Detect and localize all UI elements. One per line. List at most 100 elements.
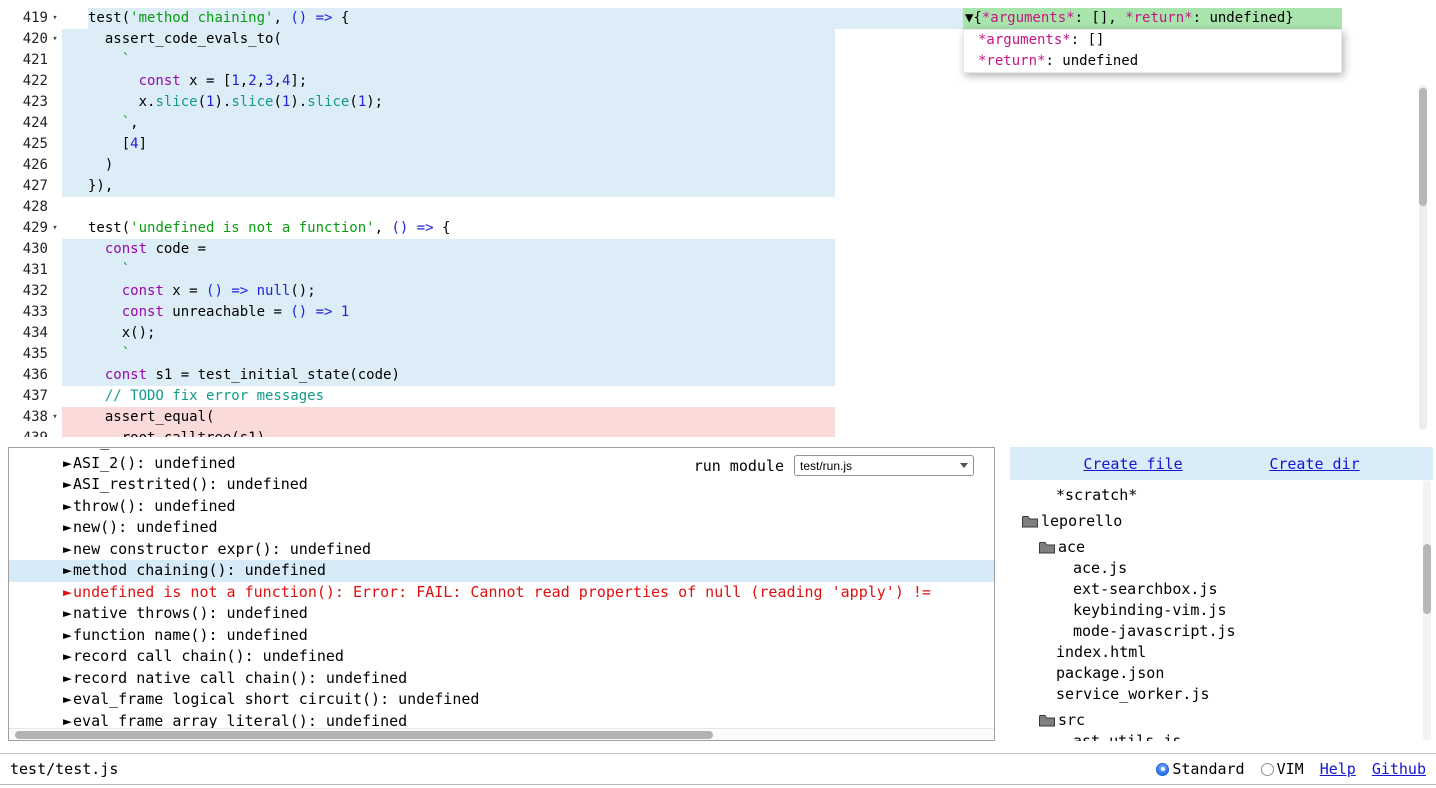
code-line[interactable]: ` xyxy=(62,344,1436,365)
files-scrollbar-thumb[interactable] xyxy=(1423,544,1431,614)
code-line[interactable]: `, xyxy=(62,113,1436,134)
code-line[interactable]: }), xyxy=(62,176,1436,197)
editor-line-434[interactable]: 434 x(); xyxy=(0,323,1436,344)
editor-line-423[interactable]: 423 x.slice(1).slice(1).slice(1); xyxy=(0,92,1436,113)
expand-icon[interactable]: ► xyxy=(63,669,72,687)
test-result-row[interactable]: ►new constructor expr(): undefined xyxy=(9,539,994,561)
expand-icon[interactable]: ► xyxy=(63,583,72,601)
editor-line-426[interactable]: 426 ) xyxy=(0,155,1436,176)
editor-line-432[interactable]: 432 const x = () => null(); xyxy=(0,281,1436,302)
line-number: 427 xyxy=(0,176,48,197)
code-line[interactable]: const s1 = test_initial_state(code) xyxy=(62,365,1436,386)
code-line[interactable]: const x = () => null(); xyxy=(62,281,1436,302)
help-link[interactable]: Help xyxy=(1320,760,1356,778)
test-result-row[interactable]: ►new(): undefined xyxy=(9,517,994,539)
editor-line-438[interactable]: 438▾ assert_equal( xyxy=(0,407,1436,428)
editor-line-430[interactable]: 430 const code = xyxy=(0,239,1436,260)
code-line[interactable]: x.slice(1).slice(1).slice(1); xyxy=(62,92,1436,113)
test-result-row[interactable]: ►eval_frame logical short circuit(): und… xyxy=(9,689,994,711)
editor-line-433[interactable]: 433 const unreachable = () => 1 xyxy=(0,302,1436,323)
editor-line-425[interactable]: 425 [4] xyxy=(0,134,1436,155)
file-item[interactable]: ext-searchbox.js xyxy=(1010,579,1433,600)
eval-result-entry[interactable]: *return*: undefined xyxy=(964,51,1341,72)
fold-toggle-icon[interactable]: ▾ xyxy=(48,8,62,29)
expand-icon[interactable]: ► xyxy=(63,475,72,493)
expand-icon[interactable]: ► xyxy=(63,690,72,708)
eval-result-entry[interactable]: *arguments*: [] xyxy=(964,30,1341,51)
editor-line-435[interactable]: 435 ` xyxy=(0,344,1436,365)
test-result-row[interactable]: ►method chaining(): undefined xyxy=(9,560,994,582)
editor-line-427[interactable]: 427}), xyxy=(0,176,1436,197)
file-item[interactable]: ast_utils.js xyxy=(1010,731,1433,741)
create-file-button[interactable]: Create file xyxy=(1083,455,1182,473)
create-dir-button[interactable]: Create dir xyxy=(1269,455,1359,473)
folder-item[interactable]: src xyxy=(1010,710,1433,731)
folder-item[interactable]: leporello xyxy=(1010,511,1433,532)
editor-vertical-scrollbar[interactable] xyxy=(1419,85,1427,430)
code-line[interactable]: assert_equal( xyxy=(62,407,1436,428)
expand-icon[interactable]: ► xyxy=(63,518,72,536)
code-line[interactable]: [4] xyxy=(62,134,1436,155)
editor-line-422[interactable]: 422 const x = [1,2,3,4]; xyxy=(0,71,1436,92)
code-line[interactable]: x(); xyxy=(62,323,1436,344)
test-result-row[interactable]: ►ASI_restrited(): undefined xyxy=(9,474,994,496)
file-item[interactable]: ace.js xyxy=(1010,558,1433,579)
code-line[interactable]: root_calltree(s1) xyxy=(62,428,1436,437)
results-scrollbar-thumb[interactable] xyxy=(15,731,713,739)
test-result-row[interactable]: ►record call chain(): undefined xyxy=(9,646,994,668)
editor-line-436[interactable]: 436 const s1 = test_initial_state(code) xyxy=(0,365,1436,386)
fold-toggle-icon[interactable]: ▾ xyxy=(48,218,62,239)
editor-scrollbar-thumb[interactable] xyxy=(1419,88,1427,206)
test-result-row[interactable]: ►undefined is not a function(): Error: F… xyxy=(9,582,994,604)
editor-line-424[interactable]: 424 `, xyxy=(0,113,1436,134)
code-line[interactable]: const x = [1,2,3,4]; xyxy=(62,71,1436,92)
file-item[interactable]: *scratch* xyxy=(1010,485,1433,506)
editor-line-429[interactable]: 429▾test('undefined is not a function', … xyxy=(0,218,1436,239)
expand-icon[interactable]: ► xyxy=(63,447,72,450)
expand-icon[interactable]: ► xyxy=(63,497,72,515)
editor-line-439[interactable]: 439 root_calltree(s1) xyxy=(0,428,1436,437)
gutter-cell: 423 xyxy=(0,92,62,113)
file-item[interactable]: package.json xyxy=(1010,663,1433,684)
expand-icon[interactable]: ► xyxy=(63,626,72,644)
expand-icon[interactable]: ► xyxy=(63,540,72,558)
code-line[interactable]: test('undefined is not a function', () =… xyxy=(62,218,1436,239)
gutter-cell: 432 xyxy=(0,281,62,302)
expand-icon[interactable]: ► xyxy=(63,604,72,622)
fold-toggle-icon[interactable]: ▾ xyxy=(48,407,62,428)
file-item[interactable]: service_worker.js xyxy=(1010,684,1433,705)
radio-standard-icon[interactable] xyxy=(1156,763,1169,776)
github-link[interactable]: Github xyxy=(1372,760,1426,778)
keybinding-standard-option[interactable]: Standard xyxy=(1156,760,1244,778)
radio-vim-icon[interactable] xyxy=(1261,763,1274,776)
keybinding-vim-option[interactable]: VIM xyxy=(1261,760,1304,778)
editor-line-431[interactable]: 431 ` xyxy=(0,260,1436,281)
code-line[interactable]: const code = xyxy=(62,239,1436,260)
test-result-row[interactable]: ►throw(): undefined xyxy=(9,496,994,518)
eval-result-header[interactable]: ▼{*arguments*: [], *return*: undefined} xyxy=(963,8,1342,29)
folder-item[interactable]: ace xyxy=(1010,537,1433,558)
expand-icon[interactable]: ► xyxy=(63,647,72,665)
code-line[interactable]: ` xyxy=(62,260,1436,281)
expand-icon[interactable]: ► xyxy=(63,454,72,472)
file-item[interactable]: mode-javascript.js xyxy=(1010,621,1433,642)
test-result-row[interactable]: ►function name(): undefined xyxy=(9,625,994,647)
code-line[interactable]: const unreachable = () => 1 xyxy=(62,302,1436,323)
expand-icon[interactable]: ► xyxy=(63,712,72,730)
editor-line-428[interactable]: 428 xyxy=(0,197,1436,218)
editor-line-437[interactable]: 437 // TODO fix error messages xyxy=(0,386,1436,407)
code-line[interactable]: // TODO fix error messages xyxy=(62,386,1436,407)
test-result-row[interactable]: ►record native call chain(): undefined xyxy=(9,668,994,690)
code-editor[interactable]: 419▾test('method chaining', () => {420▾ … xyxy=(0,0,1436,437)
folder-icon xyxy=(1039,714,1055,727)
test-result-row[interactable]: ►native throws(): undefined xyxy=(9,603,994,625)
file-item[interactable]: index.html xyxy=(1010,642,1433,663)
expand-icon[interactable]: ► xyxy=(63,561,72,579)
files-vertical-scrollbar[interactable] xyxy=(1423,480,1431,741)
results-horizontal-scrollbar[interactable] xyxy=(9,728,994,740)
code-line[interactable]: ) xyxy=(62,155,1436,176)
code-line[interactable] xyxy=(62,197,1436,218)
run-module-select[interactable]: test/run.js xyxy=(794,455,974,476)
fold-toggle-icon[interactable]: ▾ xyxy=(48,29,62,50)
file-item[interactable]: keybinding-vim.js xyxy=(1010,600,1433,621)
